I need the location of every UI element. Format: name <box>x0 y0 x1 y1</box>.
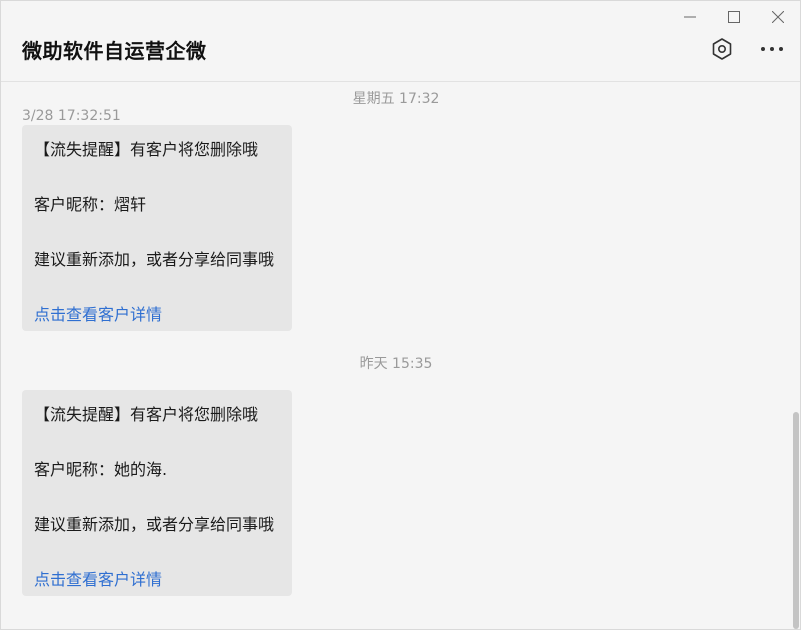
minimize-button[interactable] <box>668 1 712 33</box>
card-line-nickname: 客户昵称：熠轩 <box>34 195 147 214</box>
customer-detail-link[interactable]: 点击查看客户详情 <box>34 566 162 590</box>
hexagon-settings-icon <box>712 38 732 60</box>
customer-detail-link[interactable]: 点击查看客户详情 <box>34 301 162 325</box>
more-button[interactable] <box>758 35 786 63</box>
card-line-suggestion: 建议重新添加，或者分享给同事哦 <box>34 250 275 269</box>
card-line-nickname: 客户昵称：她的海. <box>34 460 168 479</box>
card-line-alert: 【流失提醒】有客户将您删除哦 <box>34 140 259 159</box>
more-dots-icon <box>761 47 783 51</box>
title-bar: 微助软件自运营企微 <box>1 1 800 82</box>
settings-button[interactable] <box>708 35 736 63</box>
message-sender-time: 3/28 17:32:51 <box>22 108 121 124</box>
message-timestamp: 星期五 17:32 <box>352 91 440 107</box>
close-icon <box>772 11 784 23</box>
card-line-alert: 【流失提醒】有客户将您删除哦 <box>34 405 259 424</box>
window-controls <box>668 1 800 33</box>
message-card: 【流失提醒】有客户将您删除哦 客户昵称：熠轩 建议重新添加，或者分享给同事哦 点… <box>22 125 292 331</box>
chat-title: 微助软件自运营企微 <box>22 39 207 63</box>
minimize-icon <box>684 16 696 18</box>
scrollbar-thumb[interactable] <box>793 412 799 629</box>
close-button[interactable] <box>756 1 800 33</box>
message-list[interactable]: 星期五 17:32 3/28 17:32:51 【流失提醒】有客户将您删除哦 客… <box>1 82 791 629</box>
app-window: 微助软件自运营企微 星期五 17:32 3/28 17:32:51 【流失提醒】… <box>0 0 801 630</box>
maximize-button[interactable] <box>712 1 756 33</box>
card-line-suggestion: 建议重新添加，或者分享给同事哦 <box>34 515 275 534</box>
header-actions <box>708 35 786 63</box>
message-timestamp: 昨天 15:35 <box>359 356 433 372</box>
message-card: 【流失提醒】有客户将您删除哦 客户昵称：她的海. 建议重新添加，或者分享给同事哦… <box>22 390 292 596</box>
maximize-icon <box>728 11 740 23</box>
